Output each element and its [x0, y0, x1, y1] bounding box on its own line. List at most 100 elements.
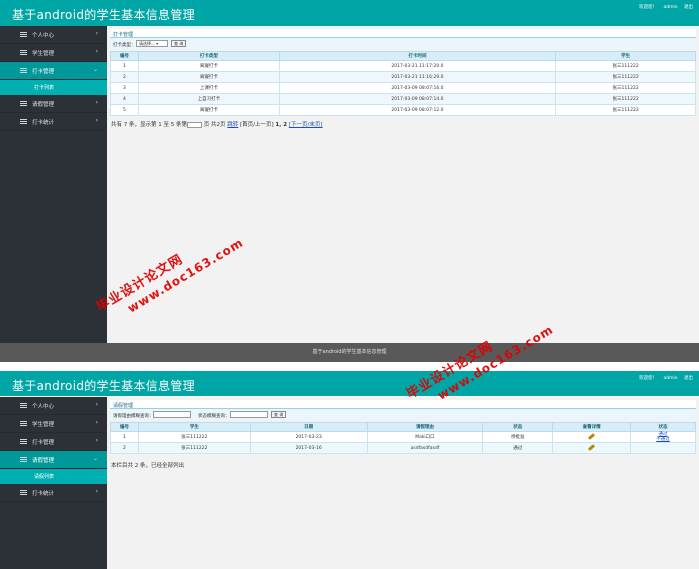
jump-link[interactable]: 跳转 [227, 122, 238, 128]
menu-list-icon [20, 421, 27, 426]
cell-type: 上课打卡 [137, 82, 280, 94]
sidebar-item-label: 打卡管理 [32, 440, 55, 446]
reason-filter-label: 请假理由模糊查询： [113, 414, 154, 419]
cell-date: 2017-03-23 [249, 431, 368, 443]
filter-bar: 打卡类型： 请选择... ▾ 查 询 [110, 39, 696, 49]
app-title: 基于android的学生基本信息管理 [12, 8, 195, 22]
sidebar-item-label: 打卡管理 [32, 69, 55, 75]
chevron-right-icon: › [95, 401, 98, 408]
page-numbers[interactable]: 1, 2 [275, 122, 287, 128]
chevron-right-icon: › [95, 488, 98, 495]
cell-type: 离寝打卡 [137, 71, 280, 83]
username-link[interactable]: admin [663, 376, 677, 381]
greeting-text: 欢迎您！ [639, 5, 658, 10]
greeting-text: 欢迎您！ [639, 376, 658, 381]
page-title: 请假管理 [110, 400, 696, 409]
status-search-input[interactable] [230, 411, 268, 418]
cell-student: 张三111222 [555, 82, 696, 94]
cell-type: 上自习打卡 [137, 93, 280, 105]
next-last-link[interactable]: [下一页/末页] [289, 122, 323, 128]
logout-link[interactable]: 退出 [684, 376, 693, 381]
reason-search-input[interactable] [153, 411, 191, 418]
cell-date: 2017-03-16 [249, 442, 368, 454]
user-links: 欢迎您！ admin 退出 [634, 375, 693, 381]
col-header: 状态 [482, 422, 554, 432]
chevron-down-icon: ⌄ [92, 455, 98, 462]
main-content: 请假管理 请假理由模糊查询： 状态模糊查询： 查 询 编号 学生 日期 请假理由… [107, 397, 699, 569]
app-title: 基于android的学生基本信息管理 [12, 379, 195, 393]
menu-list-icon [20, 68, 27, 73]
chevron-right-icon: › [95, 99, 98, 106]
sidebar-item-label: 个人中心 [32, 404, 55, 410]
sidebar-item-label: 个人中心 [32, 33, 55, 39]
menu-list-icon [20, 101, 27, 106]
clockin-type-select[interactable]: 请选择... ▾ [136, 40, 168, 47]
col-header: 编号 [110, 51, 139, 61]
sidebar-item-leave-management[interactable]: 请假管理 ⌄ [0, 451, 107, 469]
cell-id: 4 [110, 93, 139, 105]
select-value: 请选择... [139, 41, 155, 46]
chevron-right-icon: › [95, 48, 98, 55]
pencil-icon[interactable] [587, 432, 596, 440]
search-button[interactable]: 查 询 [271, 411, 287, 418]
chevron-right-icon: › [95, 437, 98, 444]
sidebar-item-label: 请假管理 [32, 102, 55, 108]
cell-status: 通过 [482, 442, 554, 454]
sidebar-item-clockin-management[interactable]: 打卡管理 › [0, 433, 107, 451]
footer: 基于android的学生基本信息管理 [0, 343, 699, 362]
logout-link[interactable]: 退出 [684, 5, 693, 10]
col-header: 编号 [110, 422, 139, 432]
filter-label: 打卡类型： [113, 43, 136, 48]
sidebar-item-label: 打卡统计 [32, 120, 55, 126]
table-header-row: 编号 学生 日期 请假理由 状态 查看详情 状态 [110, 422, 696, 432]
page-number-input[interactable] [187, 121, 202, 128]
main-content: 打卡管理 打卡类型： 请选择... ▾ 查 询 编号 打卡类型 打卡时间 学生 … [107, 26, 699, 343]
cell-student: 张三111222 [137, 431, 251, 443]
col-header: 状态 [630, 422, 696, 432]
cell-status: 待批准 [482, 431, 554, 443]
screen-leave-list: 基于android的学生基本信息管理 欢迎您！ admin 退出 个人中心 › … [0, 371, 699, 569]
list-summary: 本栏目共 2 条，已经全部列出 [111, 463, 184, 469]
cell-student: 张三111222 [137, 442, 251, 454]
username-link[interactable]: admin [663, 5, 677, 10]
cell-student: 张三111222 [555, 71, 696, 83]
sidebar-item-student-management[interactable]: 学生管理 › [0, 415, 107, 433]
cell-id: 3 [110, 82, 139, 94]
sidebar-item-personal-center[interactable]: 个人中心 › [0, 26, 107, 44]
sidebar-subitem-label: 打卡列表 [34, 85, 55, 91]
sidebar-item-leave-management[interactable]: 请假管理 › [0, 95, 107, 113]
table-row: 2 离寝打卡 2017-03-21 11:16:29.0 张三111222 [110, 71, 696, 83]
user-links: 欢迎您！ admin 退出 [634, 4, 693, 10]
sidebar-item-personal-center[interactable]: 个人中心 › [0, 397, 107, 415]
menu-list-icon [20, 50, 27, 55]
cell-student: 张三111222 [555, 93, 696, 105]
col-header: 打卡类型 [137, 51, 280, 61]
clockin-table: 编号 打卡类型 打卡时间 学生 1 离寝打卡 2017-03-21 11:17:… [110, 51, 696, 116]
menu-list-icon [20, 119, 27, 124]
sidebar-subitem-leave-list[interactable]: 请假列表 [0, 469, 107, 484]
cell-reason: Maki口口 [366, 431, 484, 443]
sidebar-subitem-clockin-list[interactable]: 打卡列表 [0, 80, 107, 95]
cell-time: 2017-03-21 11:17:20.0 [278, 60, 557, 72]
sidebar-item-clockin-statistics[interactable]: 打卡统计 › [0, 484, 107, 502]
sidebar-item-clockin-management[interactable]: 打卡管理 ⌄ [0, 62, 107, 80]
cell-id: 1 [110, 431, 139, 443]
sidebar-subitem-label: 请假列表 [34, 474, 55, 480]
cell-time: 2017-03-09 08:07:16.0 [278, 82, 557, 94]
search-button[interactable]: 查 询 [171, 40, 187, 47]
top-header: 基于android的学生基本信息管理 欢迎您！ admin 退出 [0, 0, 699, 26]
cell-id: 2 [110, 71, 139, 83]
reject-link[interactable]: 不通过 [656, 437, 670, 442]
table-row: 1 张三111222 2017-03-23 Maki口口 待批准 通过 不通过 [110, 431, 696, 443]
sidebar-item-clockin-statistics[interactable]: 打卡统计 › [0, 113, 107, 131]
col-header: 请假理由 [366, 422, 484, 432]
cell-time: 2017-03-21 11:16:29.0 [278, 71, 557, 83]
chevron-right-icon: › [95, 117, 98, 124]
table-row: 2 张三111222 2017-03-16 asdfasdfasdf 通过 [110, 442, 696, 454]
col-header: 日期 [249, 422, 368, 432]
cell-student: 张三111222 [555, 60, 696, 72]
sidebar-item-student-management[interactable]: 学生管理 › [0, 44, 107, 62]
first-prev-text: [首页/上一页] [240, 122, 274, 128]
table-row: 4 上自习打卡 2017-03-09 08:07:14.0 张三111222 [110, 93, 696, 105]
pencil-icon[interactable] [587, 443, 596, 451]
